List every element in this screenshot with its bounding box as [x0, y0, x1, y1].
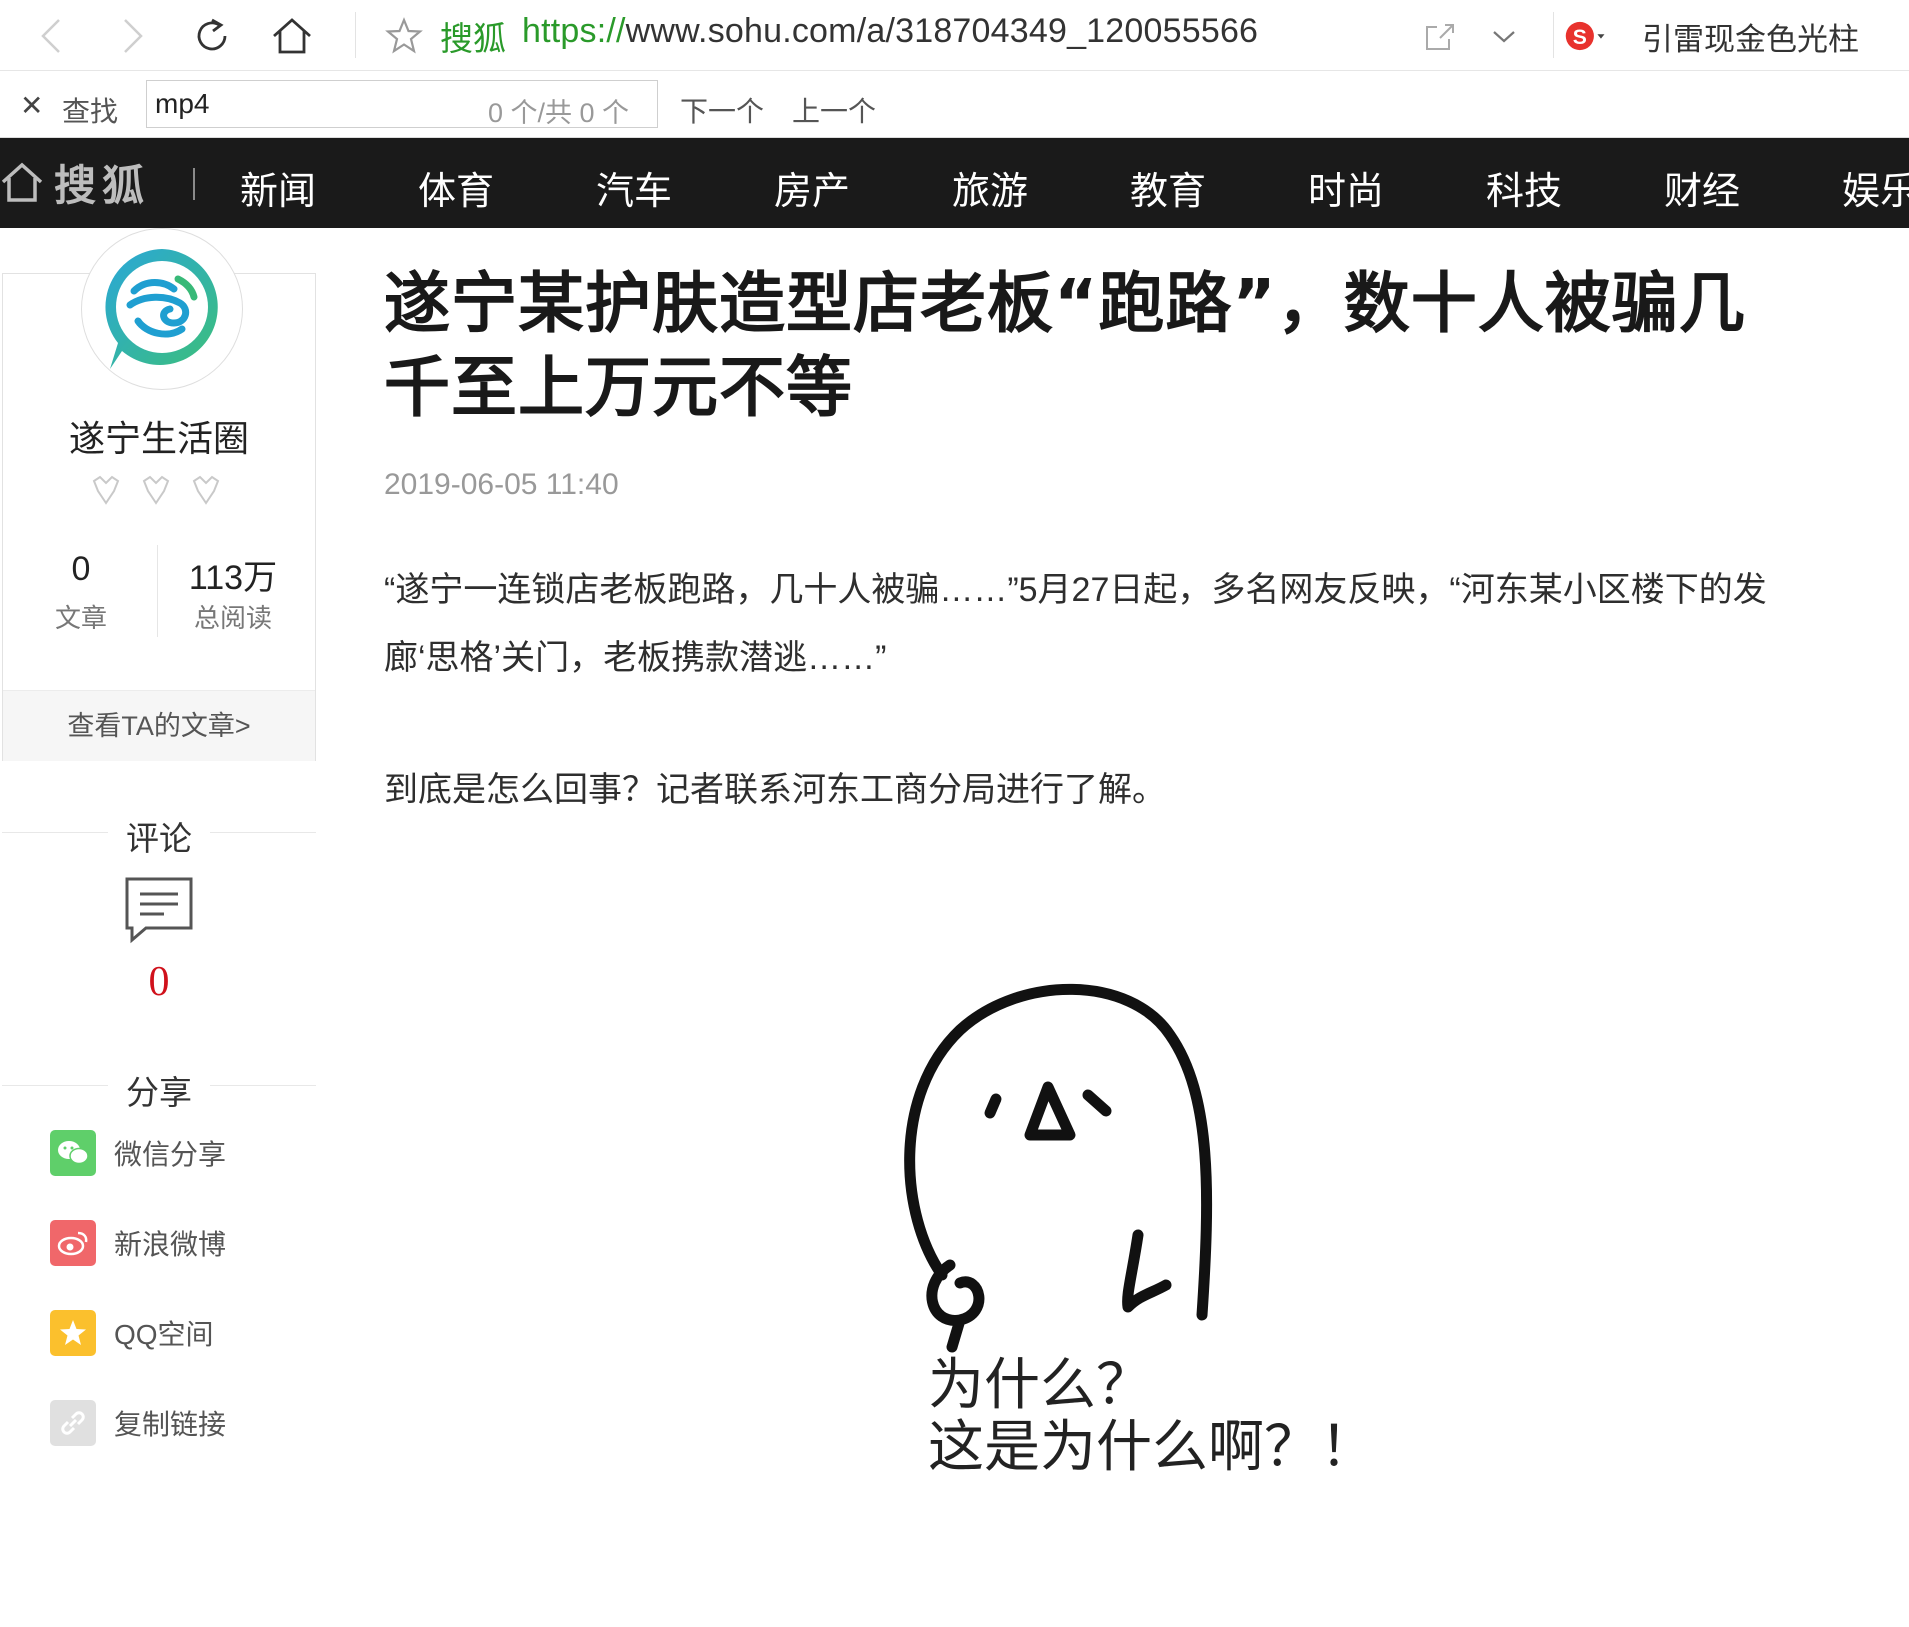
articles-count: 0 — [71, 550, 91, 588]
nav-item-news[interactable]: 新闻 — [240, 160, 316, 215]
weibo-icon — [50, 1220, 96, 1266]
sohu-main-nav: 搜狐 新闻 体育 汽车 房产 旅游 教育 时尚 科技 财经 娱乐 — [0, 138, 1909, 228]
browser-address-bar: 搜狐 https://www.sohu.com/a/318704349_1200… — [0, 0, 1909, 71]
share-page-icon[interactable] — [1418, 14, 1462, 58]
refresh-icon[interactable] — [190, 14, 234, 58]
reads-count: 113万 — [188, 559, 278, 597]
url-protocol: https:// — [522, 12, 626, 50]
nav-item-house[interactable]: 房产 — [774, 160, 850, 215]
avatar-logo-icon — [105, 249, 218, 369]
share-qzone[interactable]: QQ空间 — [50, 1310, 214, 1356]
nav-item-finance[interactable]: 财经 — [1664, 160, 1740, 215]
reads-label: 总阅读 — [193, 603, 272, 633]
badge-icon — [92, 475, 220, 505]
sohu-logo[interactable]: 搜狐 — [0, 152, 150, 212]
forward-icon[interactable] — [110, 14, 154, 58]
bookmark-star-icon[interactable] — [382, 14, 426, 58]
sohu-logo-text: 搜狐 — [54, 161, 151, 209]
find-box: 0 个/共 0 个 — [146, 80, 658, 128]
back-icon[interactable] — [30, 14, 74, 58]
article-time: 2019-06-05 11:40 — [384, 468, 619, 501]
share-wechat[interactable]: 微信分享 — [50, 1130, 226, 1176]
view-articles-link[interactable]: 查看TA的文章> — [3, 690, 315, 761]
toolbar-separator — [355, 12, 356, 58]
nav-divider — [193, 168, 195, 200]
find-bar: ✕ 查找 0 个/共 0 个 下一个 上一个 — [0, 71, 1909, 138]
article-paragraph: 到底是怎么回事？记者联系河东工商分局进行了解。 — [384, 771, 1166, 809]
comment-icon[interactable] — [124, 876, 194, 949]
nav-item-auto[interactable]: 汽车 — [596, 160, 672, 215]
sohu-home-icon — [1, 162, 43, 202]
nav-item-tech[interactable]: 科技 — [1486, 160, 1562, 215]
author-badges — [88, 473, 238, 507]
comments-heading: 评论 — [126, 820, 192, 857]
nav-item-travel[interactable]: 旅游 — [952, 160, 1028, 215]
author-avatar[interactable] — [81, 228, 243, 390]
meme-caption-line1: 为什么？ — [928, 1353, 1152, 1418]
article-paragraph: “遂宁一连锁店老板跑路，几十人被骗……”5月27日起，多名网友反映，“河东某小区… — [384, 571, 1767, 677]
home-icon[interactable] — [270, 14, 314, 58]
share-copy-link[interactable]: 复制链接 — [50, 1400, 226, 1446]
share-label: 新浪微博 — [114, 1229, 227, 1260]
find-next-button[interactable]: 下一个 — [680, 90, 764, 130]
share-weibo[interactable]: 新浪微博 — [50, 1220, 226, 1266]
nav-item-education[interactable]: 教育 — [1130, 160, 1206, 215]
find-input[interactable] — [155, 87, 455, 121]
close-icon[interactable]: ✕ — [20, 89, 43, 122]
share-label: 复制链接 — [114, 1409, 227, 1440]
extension-label[interactable]: 引雷现金色光柱 — [1642, 14, 1859, 59]
share-label: 微信分享 — [114, 1139, 227, 1170]
articles-label: 文章 — [54, 603, 107, 633]
meme-caption-line2: 这是为什么啊？！ — [928, 1415, 1376, 1480]
wechat-icon — [50, 1130, 96, 1176]
article-title: 遂宁某护肤造型店老板“跑路”，数十人被骗几千至上万元不等 — [384, 265, 1746, 426]
comment-count[interactable]: 0 — [0, 958, 318, 1006]
toolbar-separator — [1553, 12, 1554, 58]
qzone-star-icon — [50, 1310, 96, 1356]
nav-item-sports[interactable]: 体育 — [418, 160, 494, 215]
share-heading: 分享 — [126, 1074, 192, 1111]
svg-text:S: S — [1573, 26, 1587, 49]
author-name[interactable]: 遂宁生活圈 — [0, 410, 318, 462]
find-label: 查找 — [62, 96, 119, 127]
find-prev-button[interactable]: 上一个 — [792, 90, 876, 130]
share-label: QQ空间 — [114, 1319, 214, 1350]
chevron-down-icon[interactable] — [1482, 14, 1526, 58]
nav-item-entertainment[interactable]: 娱乐 — [1842, 160, 1909, 215]
url-field[interactable]: https://www.sohu.com/a/318704349_1200555… — [522, 12, 1258, 51]
link-icon — [50, 1400, 96, 1446]
nav-item-fashion[interactable]: 时尚 — [1308, 160, 1384, 215]
sogou-extension-icon[interactable]: S — [1564, 14, 1608, 58]
find-match-count: 0 个/共 0 个 — [487, 98, 629, 128]
site-tag: 搜狐 — [440, 20, 506, 57]
url-path: www.sohu.com/a/318704349_120055566 — [625, 12, 1259, 50]
